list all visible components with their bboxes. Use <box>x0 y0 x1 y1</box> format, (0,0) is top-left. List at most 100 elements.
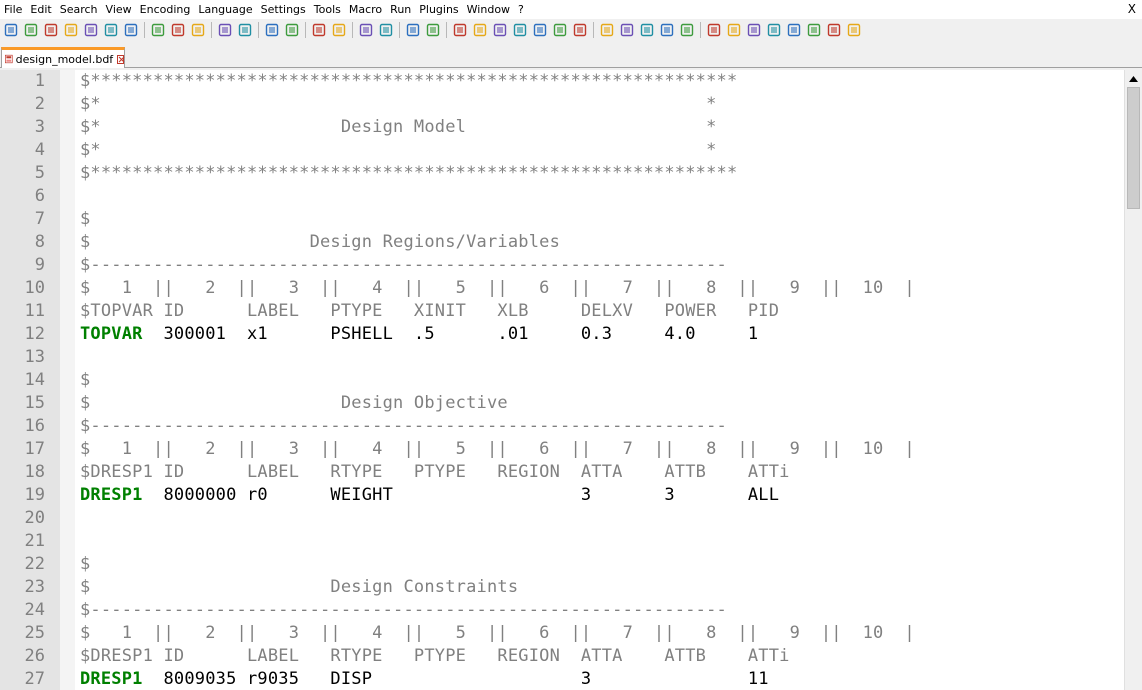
undo-button[interactable] <box>216 22 233 38</box>
code-line[interactable]: 16 $-------------------------------------… <box>0 415 1121 438</box>
zoom-in-button[interactable] <box>310 22 327 38</box>
code-line[interactable]: 26 $DRESP1 ID LABEL RTYPE PTYPE REGION AT… <box>0 645 1121 668</box>
keyword-token: DRESP1 <box>80 485 143 505</box>
code-line[interactable]: 23 $ Design Constraints <box>0 576 1121 599</box>
run-multiple-button[interactable] <box>658 22 675 38</box>
menu-view[interactable]: View <box>102 0 136 19</box>
line-number: 9 <box>34 255 45 275</box>
menu-search[interactable]: Search <box>56 0 102 19</box>
code-line[interactable]: 11 $TOPVAR ID LABEL PTYPE XINIT XLB DELXV… <box>0 300 1121 323</box>
print-button[interactable] <box>122 22 139 38</box>
indent-guide-button[interactable] <box>451 22 468 38</box>
prev-diff-button[interactable] <box>785 22 802 38</box>
save-button[interactable] <box>42 22 59 38</box>
compare-clear-button[interactable] <box>745 22 762 38</box>
show-all-chars-button[interactable] <box>424 22 441 38</box>
code-line[interactable]: 24 $-------------------------------------… <box>0 599 1121 622</box>
sync-horizontal-button[interactable] <box>377 22 394 38</box>
playback-button[interactable] <box>638 22 655 38</box>
code-line[interactable]: 12 TOPVAR 300001 x1 PSHELL .5 .01 0.3 4.0… <box>0 323 1121 346</box>
code-line[interactable]: 25 $ 1 || 2 || 3 || 4 || 5 || 6 || 7 || 8… <box>0 622 1121 645</box>
function-list-button[interactable] <box>511 22 528 38</box>
line-text: $---------------------------------------… <box>80 254 727 277</box>
code-line[interactable]: 6 <box>0 185 1121 208</box>
code-line[interactable]: 10 $ 1 || 2 || 3 || 4 || 5 || 6 || 7 || 8… <box>0 277 1121 300</box>
code-line[interactable]: 18 $DRESP1 ID LABEL RTYPE PTYPE REGION AT… <box>0 461 1121 484</box>
sync-vertical-button[interactable] <box>357 22 374 38</box>
tab-design-model[interactable]: design_model.bdf <box>1 47 125 68</box>
line-number: 20 <box>24 508 45 528</box>
save-all-button[interactable] <box>62 22 79 38</box>
code-area[interactable]: 1 $**************************************… <box>0 70 1121 690</box>
menu-file[interactable]: File <box>0 0 26 19</box>
spellcheck-button[interactable] <box>705 22 722 38</box>
zoom-out-button[interactable] <box>330 22 347 38</box>
vertical-scrollbar[interactable] <box>1124 70 1142 690</box>
next-diff-icon <box>807 23 820 37</box>
record-macro-button[interactable] <box>598 22 615 38</box>
close-document-button[interactable]: X <box>1128 0 1136 19</box>
cut-button[interactable] <box>149 22 166 38</box>
code-line[interactable]: 4 $* * <box>0 139 1121 162</box>
find-button[interactable] <box>263 22 280 38</box>
copy-button[interactable] <box>169 22 186 38</box>
last-diff-button[interactable] <box>825 22 842 38</box>
code-line[interactable]: 19 DRESP1 8000000 r0 WEIGHT 3 3 ALL <box>0 484 1121 507</box>
comment-token: $* * <box>80 94 717 114</box>
menu-help[interactable]: ? <box>514 0 528 19</box>
code-line[interactable]: 27 DRESP1 8009035 r9035 DISP 3 11 <box>0 668 1121 690</box>
code-line[interactable]: 13 <box>0 346 1121 369</box>
tab-close-icon[interactable] <box>117 54 124 64</box>
new-file-button[interactable] <box>2 22 19 38</box>
menu-plugins[interactable]: Plugins <box>415 0 462 19</box>
close-all-button[interactable] <box>102 22 119 38</box>
open-file-button[interactable] <box>22 22 39 38</box>
paste-button[interactable] <box>189 22 206 38</box>
code-line[interactable]: 1 $**************************************… <box>0 70 1121 93</box>
code-line[interactable]: 5 $**************************************… <box>0 162 1121 185</box>
menu-encoding[interactable]: Encoding <box>136 0 195 19</box>
code-line[interactable]: 9 $--------------------------------------… <box>0 254 1121 277</box>
folder-workspace-button[interactable] <box>531 22 548 38</box>
close-button[interactable] <box>82 22 99 38</box>
menu-tools[interactable]: Tools <box>310 0 345 19</box>
menu-settings[interactable]: Settings <box>257 0 310 19</box>
code-line[interactable]: 3 $* Design Model * <box>0 116 1121 139</box>
panel-icon <box>573 23 586 37</box>
monitor-button[interactable] <box>551 22 568 38</box>
first-diff-button[interactable] <box>765 22 782 38</box>
code-line[interactable]: 22 $ <box>0 553 1121 576</box>
comment-token: $***************************************… <box>80 71 738 91</box>
menu-run[interactable]: Run <box>386 0 415 19</box>
panel-button[interactable] <box>571 22 588 38</box>
save-macro-button[interactable] <box>678 22 695 38</box>
next-diff-button[interactable] <box>805 22 822 38</box>
code-line[interactable]: 14 $ <box>0 369 1121 392</box>
menu-language[interactable]: Language <box>194 0 256 19</box>
code-line[interactable]: 20 <box>0 507 1121 530</box>
code-line[interactable]: 8 $ Design Regions/Variables <box>0 231 1121 254</box>
comment-token: $DRESP1 ID LABEL RTYPE PTYPE REGION ATTA… <box>80 646 790 666</box>
line-text: $ <box>80 553 90 576</box>
menu-macro[interactable]: Macro <box>345 0 386 19</box>
code-line[interactable]: 17 $ 1 || 2 || 3 || 4 || 5 || 6 || 7 || 8… <box>0 438 1121 461</box>
doc-map-button[interactable] <box>491 22 508 38</box>
code-line[interactable]: 21 <box>0 530 1121 553</box>
compare-button[interactable] <box>725 22 742 38</box>
word-wrap-button[interactable] <box>404 22 421 38</box>
menu-edit[interactable]: Edit <box>26 0 55 19</box>
menu-bar: File Edit Search View Encoding Language Settin… <box>0 0 1142 19</box>
scroll-thumb[interactable] <box>1127 87 1140 209</box>
udl-button[interactable] <box>471 22 488 38</box>
code-line[interactable]: 7 $ <box>0 208 1121 231</box>
last-diff-icon <box>827 23 840 37</box>
scroll-up-button[interactable] <box>1125 70 1142 87</box>
code-line[interactable]: 2 $* * <box>0 93 1121 116</box>
code-line[interactable]: 15 $ Design Objective <box>0 392 1121 415</box>
redo-button[interactable] <box>236 22 253 38</box>
nav-bar-button[interactable] <box>845 22 862 38</box>
stop-record-button[interactable] <box>618 22 635 38</box>
menu-window[interactable]: Window <box>463 0 514 19</box>
editor[interactable]: 1 $**************************************… <box>0 70 1142 690</box>
replace-button[interactable] <box>283 22 300 38</box>
